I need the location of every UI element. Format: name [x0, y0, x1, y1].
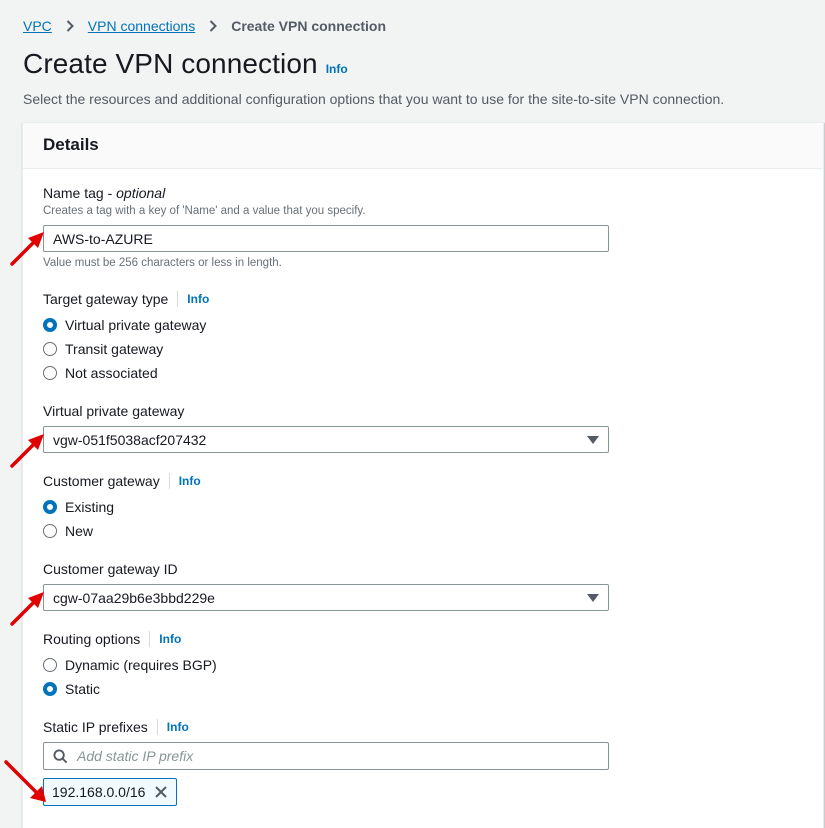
radio-label: Existing	[65, 499, 115, 515]
radio-checked-icon	[43, 682, 57, 696]
radio-existing[interactable]: Existing	[43, 497, 114, 517]
virtual-private-gateway-label: Virtual private gateway	[43, 403, 185, 419]
name-tag-constraint: Value must be 256 characters or less in …	[43, 257, 282, 269]
radio-label: Transit gateway	[65, 341, 164, 357]
customer-gateway-id-label: Customer gateway ID	[43, 561, 178, 577]
annotation-arrow-icon	[10, 232, 44, 266]
radio-unchecked-icon	[43, 524, 57, 538]
name-tag-input[interactable]: AWS-to-AZURE	[43, 225, 609, 252]
page-header: Create VPN connection Info	[23, 48, 348, 80]
radio-label: Not associated	[65, 365, 158, 381]
radio-label: Static	[65, 681, 101, 697]
annotation-arrow-icon	[4, 760, 46, 802]
radio-unchecked-icon	[43, 366, 57, 380]
name-tag-description: Creates a tag with a key of 'Name' and a…	[43, 205, 366, 217]
static-ip-prefixes-label-row: Static IP prefixes Info	[43, 719, 189, 735]
radio-checked-icon	[43, 500, 57, 514]
radio-transit-gateway[interactable]: Transit gateway	[43, 339, 163, 359]
divider	[177, 291, 179, 307]
radio-checked-icon	[43, 318, 57, 332]
page-title: Create VPN connection	[23, 48, 318, 79]
static-ip-prefix-input[interactable]: Add static IP prefix	[43, 742, 609, 770]
chevron-right-icon	[209, 20, 218, 32]
routing-options-label-row: Routing options Info	[43, 631, 181, 647]
customer-gateway-id-select[interactable]: cgw-07aa29b6e3bbd229e	[43, 584, 609, 611]
virtual-private-gateway-value: vgw-051f5038acf207432	[53, 431, 207, 448]
name-tag-label-text: Name tag -	[43, 185, 117, 201]
divider	[156, 719, 158, 735]
details-header: Details	[23, 123, 823, 169]
virtual-private-gateway-select[interactable]: vgw-051f5038acf207432	[43, 426, 609, 453]
radio-unchecked-icon	[43, 342, 57, 356]
ip-prefix-token: 192.168.0.0/16	[43, 778, 178, 806]
target-gateway-type-info-link[interactable]: Info	[187, 292, 209, 306]
static-ip-prefixes-info-link[interactable]: Info	[167, 720, 189, 734]
static-ip-prefixes-label: Static IP prefixes	[43, 719, 148, 735]
radio-dynamic[interactable]: Dynamic (requires BGP)	[43, 655, 217, 675]
customer-gateway-info-link[interactable]: Info	[179, 474, 201, 488]
radio-unchecked-icon	[43, 658, 57, 672]
breadcrumb-link-vpn-connections[interactable]: VPN connections	[88, 18, 195, 34]
breadcrumb-current: Create VPN connection	[231, 18, 387, 34]
static-ip-prefix-placeholder: Add static IP prefix	[77, 748, 194, 764]
radio-new[interactable]: New	[43, 521, 93, 541]
caret-down-icon	[587, 435, 599, 444]
annotation-arrow-icon	[10, 434, 44, 468]
page-description: Select the resources and additional conf…	[23, 91, 725, 107]
radio-label: Dynamic (requires BGP)	[65, 657, 217, 673]
annotation-arrow-icon	[10, 592, 44, 626]
name-tag-label: Name tag - optional	[43, 185, 165, 201]
chevron-right-icon	[66, 20, 74, 32]
customer-gateway-label: Customer gateway	[43, 473, 160, 489]
target-gateway-type-label-row: Target gateway type Info	[43, 291, 209, 307]
search-icon	[53, 748, 68, 763]
customer-gateway-id-value: cgw-07aa29b6e3bbd229e	[53, 589, 215, 606]
radio-virtual-private-gateway[interactable]: Virtual private gateway	[43, 315, 206, 335]
routing-options-info-link[interactable]: Info	[159, 632, 181, 646]
ip-prefix-token-label: 192.168.0.0/16	[52, 784, 146, 800]
routing-options-label: Routing options	[43, 631, 141, 647]
divider	[149, 631, 151, 647]
name-tag-optional: optional	[116, 185, 166, 201]
caret-down-icon	[587, 593, 599, 602]
radio-not-associated[interactable]: Not associated	[43, 363, 158, 383]
radio-label: Virtual private gateway	[65, 317, 207, 333]
divider	[168, 473, 170, 489]
target-gateway-type-label: Target gateway type	[43, 291, 169, 307]
breadcrumb-link-vpc[interactable]: VPC	[23, 18, 52, 34]
breadcrumb: VPC VPN connections Create VPN connectio…	[23, 17, 386, 35]
radio-label: New	[65, 523, 94, 539]
customer-gateway-label-row: Customer gateway Info	[43, 473, 201, 489]
radio-static[interactable]: Static	[43, 679, 100, 699]
page-info-link[interactable]: Info	[326, 62, 348, 76]
close-icon[interactable]	[154, 785, 168, 799]
